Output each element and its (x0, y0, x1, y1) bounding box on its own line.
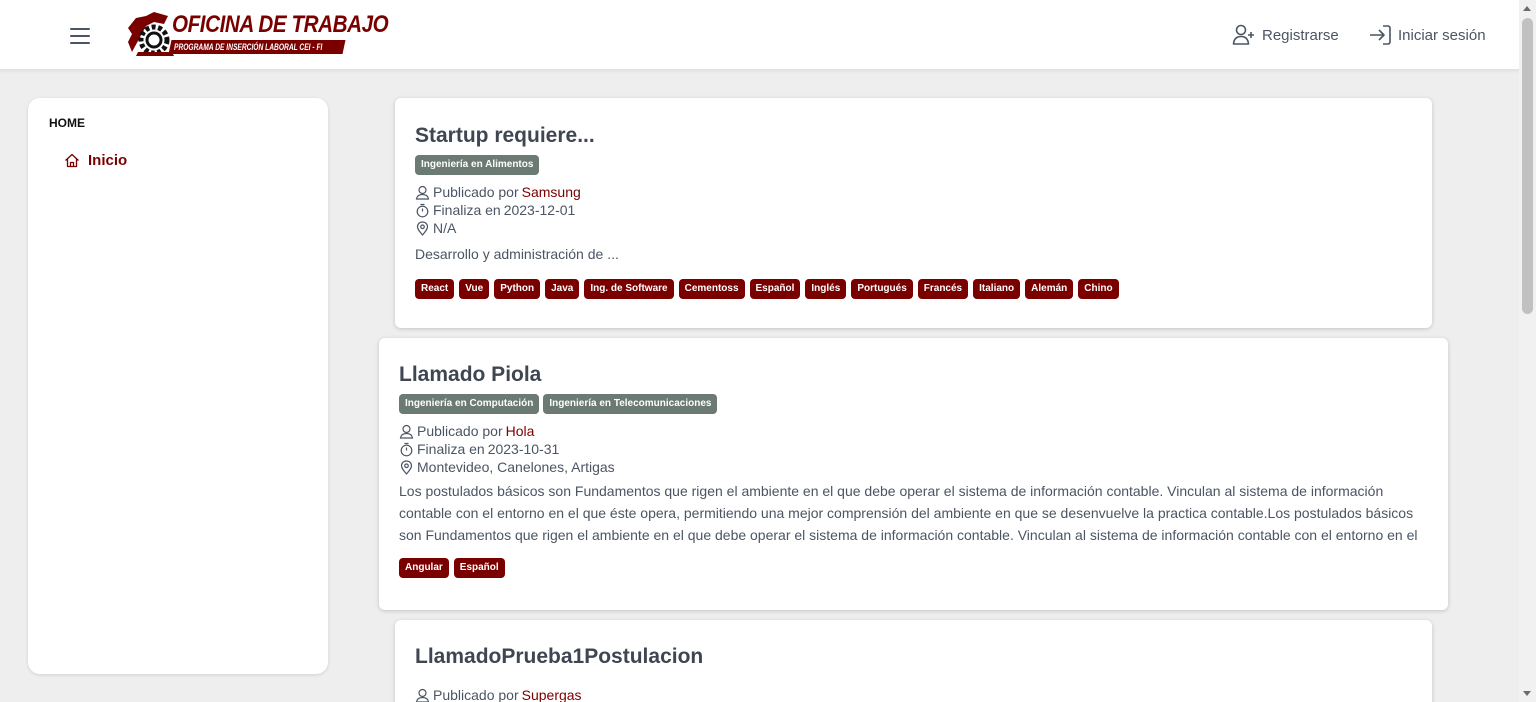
logo-subtitle: PROGRAMA DE INSERCIÓN LABORAL CEI - FI (174, 42, 323, 52)
sign-in-icon (1370, 25, 1391, 45)
sidebar-item-label: Inicio (88, 152, 128, 169)
skill-tag: Italiano (973, 279, 1021, 299)
job-title[interactable]: Startup requiere... (415, 122, 1412, 150)
career-tag: Ingeniería en Telecomunicaciones (543, 394, 718, 414)
end-date-row: Finaliza en 2023-12-01 (415, 201, 1412, 219)
location-row: Montevideo, Canelones, Artigas (399, 458, 1428, 476)
published-by-label: Publicado por (433, 687, 519, 702)
skill-tag: Python (494, 279, 541, 299)
register-label: Registrarse (1262, 26, 1339, 44)
company-link[interactable]: Supergas (522, 686, 582, 702)
logo-title: OFICINA DE TRABAJO (172, 11, 389, 38)
published-by-label: Publicado por (417, 423, 503, 439)
end-date: 2023-12-01 (503, 202, 576, 218)
map-pin-icon (416, 220, 429, 236)
register-button[interactable]: Registrarse (1232, 22, 1339, 48)
skill-tag: Alemán (1025, 279, 1074, 299)
job-posting-card[interactable]: Startup requiere... Ingeniería en Alimen… (395, 98, 1432, 328)
scrollbar-thumb[interactable] (1522, 18, 1533, 314)
job-posting-card[interactable]: LlamadoPrueba1Postulacion Publicado por … (395, 620, 1432, 702)
career-tag: Ingeniería en Computación (399, 394, 540, 414)
skill-tag: Francés (917, 279, 969, 299)
job-description: Desarrollo y administración de ... (415, 246, 619, 262)
user-plus-icon (1232, 24, 1254, 45)
scroll-down-arrow-icon[interactable] (1523, 691, 1531, 696)
location: N/A (433, 220, 457, 236)
published-by-row: Publicado por Supergas (415, 686, 1412, 702)
skill-tag: Angular (399, 558, 449, 578)
skill-tag: Portugués (851, 279, 913, 299)
job-description: Los postulados básicos son Fundamentos q… (399, 483, 1418, 543)
skill-tag: Java (545, 279, 580, 299)
skill-tag: Cementoss (678, 279, 745, 299)
career-tag: Ingeniería en Alimentos (415, 155, 540, 175)
published-by-label: Publicado por (433, 184, 519, 200)
stopwatch-icon (416, 203, 429, 217)
skill-tag: Español (749, 279, 801, 299)
map-pin-icon (400, 459, 413, 475)
skill-tag: Chino (1078, 279, 1119, 299)
skill-tag: Vue (459, 279, 490, 299)
sidebar: HOME Inicio (28, 98, 328, 674)
sidebar-item-inicio[interactable]: Inicio (64, 152, 127, 169)
login-button[interactable]: Iniciar sesión (1368, 22, 1486, 48)
skill-tag: Inglés (805, 279, 847, 299)
skill-tag: Español (453, 558, 505, 578)
ends-label: Finaliza en (433, 202, 501, 218)
end-date: 2023-10-31 (487, 441, 560, 457)
user-icon (415, 688, 430, 702)
job-title[interactable]: LlamadoPrueba1Postulacion (415, 643, 1412, 671)
top-navbar: OFICINA DE TRABAJO PROGRAMA DE INSERCIÓN… (0, 0, 1519, 70)
job-posting-card[interactable]: Llamado Piola Ingeniería en Computación … (379, 338, 1448, 610)
published-by-row: Publicado por Hola (399, 422, 1428, 440)
user-icon (415, 185, 430, 200)
oficina-de-trabajo-logo[interactable]: OFICINA DE TRABAJO PROGRAMA DE INSERCIÓN… (124, 11, 389, 58)
skill-tag: Ing. de Software (584, 279, 674, 299)
company-link[interactable]: Hola (506, 422, 535, 440)
stopwatch-icon (400, 442, 413, 456)
end-date-row: Finaliza en 2023-10-31 (399, 440, 1428, 458)
skill-tag: React (415, 279, 455, 299)
hamburger-menu-icon[interactable] (66, 24, 94, 48)
location: Montevideo, Canelones, Artigas (417, 459, 615, 475)
login-label: Iniciar sesión (1398, 26, 1486, 44)
home-icon (65, 153, 79, 168)
sidebar-heading: HOME (49, 116, 85, 130)
company-link[interactable]: Samsung (522, 183, 581, 201)
scroll-up-arrow-icon[interactable] (1523, 6, 1531, 11)
published-by-row: Publicado por Samsung (415, 183, 1412, 201)
job-title[interactable]: Llamado Piola (399, 361, 1428, 389)
page-scrollbar[interactable] (1519, 0, 1536, 702)
ends-label: Finaliza en (417, 441, 485, 457)
location-row: N/A (415, 219, 1412, 237)
user-icon (399, 424, 414, 439)
